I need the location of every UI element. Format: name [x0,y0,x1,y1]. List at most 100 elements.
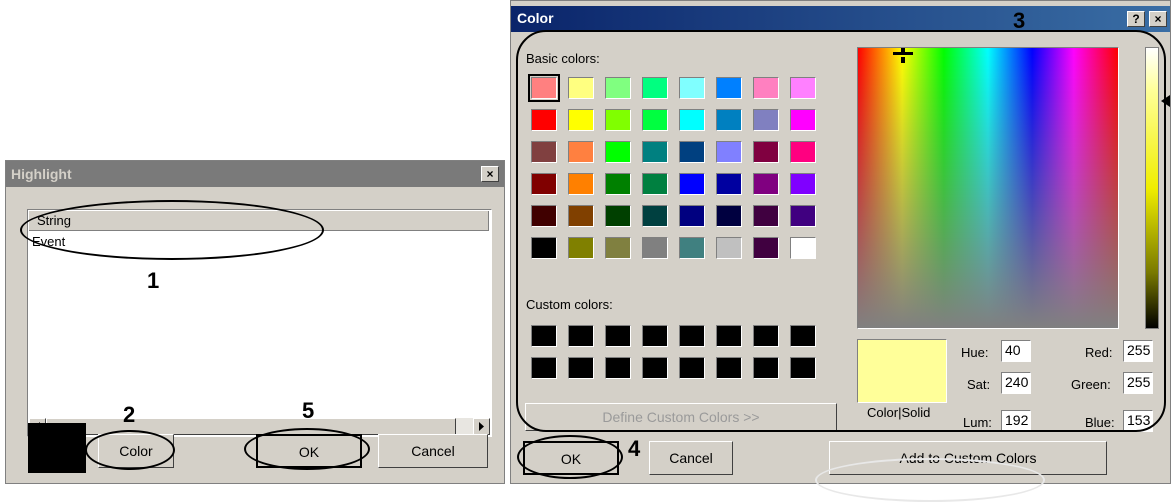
sat-input[interactable]: 240 [1001,372,1031,394]
basic-color-swatch[interactable] [605,173,631,195]
custom-color-swatch[interactable] [568,357,594,379]
highlight-title: Highlight [11,166,72,182]
basic-color-swatch[interactable] [642,141,668,163]
basic-color-swatch[interactable] [642,77,668,99]
annotation-number-3: 3 [1013,8,1026,33]
highlight-title-bar: Highlight × [6,161,504,187]
arrow-right-icon [479,422,484,431]
custom-color-swatch[interactable] [790,325,816,347]
basic-color-swatch[interactable] [605,237,631,259]
color-button[interactable]: Color [98,434,174,468]
annotation-number-2: 2 [123,402,136,427]
highlight-string-list[interactable]: String Event [27,209,492,437]
basic-color-swatch[interactable] [716,237,742,259]
custom-color-swatch[interactable] [753,325,779,347]
basic-color-swatch[interactable] [531,173,557,195]
basic-color-swatch[interactable] [716,173,742,195]
basic-color-swatch[interactable] [568,237,594,259]
help-icon: ? [1132,12,1140,26]
basic-color-swatch[interactable] [753,237,779,259]
scroll-thumb[interactable] [46,418,456,435]
custom-color-swatch[interactable] [716,357,742,379]
color-cancel-button[interactable]: Cancel [649,441,733,475]
scroll-right-button[interactable] [473,418,490,435]
horizontal-scrollbar[interactable] [29,418,490,435]
custom-color-swatch[interactable] [568,325,594,347]
custom-color-swatch[interactable] [790,357,816,379]
basic-color-swatch[interactable] [605,205,631,227]
hue-input[interactable]: 40 [1001,340,1031,362]
basic-color-swatch[interactable] [568,77,594,99]
custom-color-swatch[interactable] [531,357,557,379]
basic-color-swatch[interactable] [716,77,742,99]
custom-color-swatch[interactable] [753,357,779,379]
basic-color-swatch[interactable] [716,141,742,163]
basic-colors-label: Basic colors: [526,51,600,66]
basic-color-swatch[interactable] [716,109,742,131]
basic-color-swatch[interactable] [605,141,631,163]
custom-color-swatch[interactable] [642,325,668,347]
basic-color-swatch[interactable] [753,141,779,163]
color-spectrum-picker[interactable] [857,47,1119,329]
annotation-number-4: 4 [628,436,641,461]
basic-color-swatch[interactable] [642,109,668,131]
list-column-header-string[interactable]: String [29,211,489,231]
cancel-button[interactable]: Cancel [378,434,488,468]
basic-color-swatch[interactable] [790,205,816,227]
highlight-color-swatch [28,423,86,473]
color-ok-button[interactable]: OK [523,441,619,475]
basic-color-swatch[interactable] [679,77,705,99]
basic-color-swatch[interactable] [568,109,594,131]
basic-color-swatch[interactable] [790,237,816,259]
basic-color-swatch[interactable] [790,141,816,163]
basic-color-swatch[interactable] [790,77,816,99]
basic-color-swatch[interactable] [753,205,779,227]
annotation-number-1: 1 [147,268,160,293]
custom-color-swatch[interactable] [679,325,705,347]
basic-color-swatch[interactable] [642,237,668,259]
custom-color-swatch[interactable] [642,357,668,379]
blue-input[interactable]: 153 [1123,410,1153,432]
basic-color-swatch[interactable] [642,173,668,195]
basic-color-swatch[interactable] [679,109,705,131]
basic-color-swatch[interactable] [568,173,594,195]
highlight-dialog: Highlight × String Event Color OK Cancel [5,160,505,484]
custom-color-swatch[interactable] [716,325,742,347]
basic-color-swatch[interactable] [528,74,560,102]
custom-color-swatch[interactable] [531,325,557,347]
basic-color-swatch[interactable] [679,141,705,163]
define-custom-colors-button[interactable]: Define Custom Colors >> [525,403,837,431]
custom-color-swatch[interactable] [679,357,705,379]
red-input[interactable]: 255 [1123,340,1153,362]
basic-color-swatch[interactable] [531,205,557,227]
lum-input[interactable]: 192 [1001,410,1031,432]
basic-color-swatch[interactable] [679,237,705,259]
custom-colors-label: Custom colors: [526,297,613,312]
basic-color-swatch[interactable] [790,109,816,131]
custom-color-swatch[interactable] [605,325,631,347]
highlight-close-button[interactable]: × [481,166,499,182]
basic-color-swatch[interactable] [753,109,779,131]
green-input[interactable]: 255 [1123,372,1153,394]
basic-color-swatch[interactable] [753,173,779,195]
list-item[interactable]: Event [32,234,65,249]
add-to-custom-colors-button[interactable]: Add to Custom Colors [829,441,1107,475]
basic-color-swatch[interactable] [679,173,705,195]
basic-color-swatch[interactable] [642,205,668,227]
basic-color-swatch[interactable] [568,205,594,227]
ok-button[interactable]: OK [256,434,362,468]
color-close-button[interactable]: × [1149,11,1167,27]
basic-color-swatch[interactable] [531,237,557,259]
basic-color-swatch[interactable] [568,141,594,163]
basic-color-swatch[interactable] [531,109,557,131]
custom-color-swatch[interactable] [605,357,631,379]
basic-color-swatch[interactable] [790,173,816,195]
help-button[interactable]: ? [1127,11,1145,27]
luminance-slider[interactable] [1145,47,1159,329]
basic-color-swatch[interactable] [753,77,779,99]
basic-color-swatch[interactable] [605,77,631,99]
basic-color-swatch[interactable] [679,205,705,227]
basic-color-swatch[interactable] [605,109,631,131]
basic-color-swatch[interactable] [531,141,557,163]
basic-color-swatch[interactable] [716,205,742,227]
